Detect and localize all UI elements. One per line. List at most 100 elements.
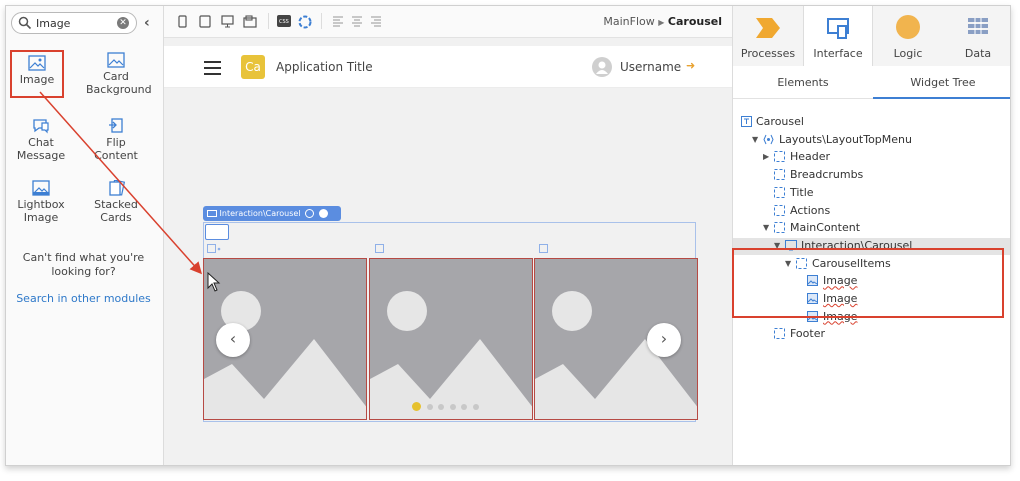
image-icon <box>807 275 818 289</box>
monitor-icon <box>207 209 217 217</box>
tree-node-label: Breadcrumbs <box>790 168 864 182</box>
tab-elements[interactable]: Elements <box>733 66 873 99</box>
pagination-dot[interactable] <box>438 404 444 410</box>
chat-message-icon <box>33 119 49 134</box>
stacked-cards-icon <box>109 180 125 196</box>
expand-arrow-icon[interactable]: ▼ <box>752 135 758 144</box>
tab-processes[interactable]: Processes <box>733 6 803 66</box>
pagination-dot[interactable] <box>426 404 433 410</box>
css-icon[interactable]: CSS <box>277 15 291 27</box>
widget-stacked-cards-label: Stacked Cards <box>94 198 138 224</box>
widget-image[interactable]: Image <box>10 50 64 98</box>
widget-chat-message[interactable]: Chat Message <box>11 118 71 162</box>
tree-node-image[interactable]: Image <box>733 273 1010 290</box>
search-other-modules-link[interactable]: Search in other modules <box>16 292 151 306</box>
image-icon <box>807 293 818 307</box>
tree-node-label: CarouselItems <box>812 256 891 270</box>
widget-search-box[interactable]: ✕ <box>11 12 137 34</box>
app-header: Ca Application Title Username ➜ <box>164 46 732 88</box>
phone-preview-icon[interactable] <box>178 15 187 28</box>
tree-node-layouts-layouttopmenu[interactable]: ▼ Layouts\LayoutTopMenu <box>733 132 1010 149</box>
app-logo: Ca <box>241 55 265 79</box>
tree-node-breadcrumbs[interactable]: Breadcrumbs <box>733 167 1010 184</box>
tree-node-label: Actions <box>790 203 831 217</box>
align-left-icon[interactable] <box>332 15 344 27</box>
tree-node-image[interactable]: Image <box>733 291 1010 308</box>
breadcrumb-parent[interactable]: MainFlow <box>603 15 654 28</box>
desktop-preview-icon[interactable] <box>221 15 234 28</box>
layout-icon[interactable] <box>243 15 257 28</box>
tree-node-label: Interaction\Carousel <box>801 238 913 252</box>
pagination-dot[interactable] <box>461 404 467 410</box>
tab-interface[interactable]: Interface <box>803 6 873 66</box>
screen-icon <box>741 116 752 130</box>
pagination-dot[interactable] <box>472 404 479 410</box>
breadcrumb: MainFlow ▶ Carousel <box>603 15 722 28</box>
pagination-dot[interactable] <box>449 404 456 410</box>
collapse-panel-icon[interactable]: ‹ <box>144 15 150 31</box>
tree-node-label: Carousel <box>756 115 804 128</box>
carousel-prev-button[interactable]: ‹ <box>216 323 250 357</box>
pagination-dot[interactable] <box>412 402 421 411</box>
placeholder-icon <box>774 151 785 165</box>
toggle-dot-icon[interactable] <box>318 209 328 218</box>
expand-arrow-icon[interactable]: ▼ <box>774 241 780 250</box>
tab-logic[interactable]: Logic <box>873 6 943 66</box>
data-icon <box>968 18 988 34</box>
theme-icon[interactable] <box>298 15 312 29</box>
image-placeholder-icon <box>370 291 532 419</box>
tree-node-label: Layouts\LayoutTopMenu <box>779 132 912 146</box>
carousel-widget-tag[interactable]: Interaction\Carousel <box>203 206 341 221</box>
widget-chat-message-label: Chat Message <box>16 136 66 162</box>
hamburger-menu-icon[interactable] <box>204 61 221 79</box>
tree-node-footer[interactable]: Footer <box>733 326 1010 343</box>
carousel-placeholder-icon[interactable] <box>205 224 229 240</box>
image-icon <box>807 310 818 325</box>
tree-node-carouselitems[interactable]: ▼ CarouselItems <box>733 256 1010 273</box>
tree-node-carousel[interactable]: Carousel <box>733 114 1010 131</box>
align-right-icon[interactable] <box>370 15 382 27</box>
help-text: Can't find what you're looking for? <box>22 251 145 278</box>
tablet-preview-icon[interactable] <box>199 15 211 28</box>
block-icon <box>763 134 774 148</box>
widget-card-background-label: Card Background <box>86 70 152 96</box>
tree-node-header[interactable]: ▶ Header <box>733 149 1010 166</box>
widget-flip-content-label: Flip Content <box>94 136 138 162</box>
tree-node-label: Image <box>823 309 858 323</box>
widget-search-input[interactable] <box>36 16 106 30</box>
tree-node-actions[interactable]: Actions <box>733 203 1010 220</box>
app-title: Application Title <box>276 60 373 74</box>
placeholder-icon <box>774 328 785 342</box>
expand-arrow-icon[interactable]: ▼ <box>763 223 769 232</box>
widget-toolbox: ✕ ‹ Image Card Background Chat Messag <box>6 6 164 465</box>
collapse-arrow-icon[interactable]: ▶ <box>763 152 769 161</box>
clear-search-icon[interactable]: ✕ <box>117 17 129 29</box>
user-icon <box>596 61 608 74</box>
image-icon <box>207 244 221 253</box>
widget-stacked-cards[interactable]: Stacked Cards <box>86 180 146 224</box>
tree-node-interaction-carousel[interactable]: ▼ Interaction\Carousel <box>733 237 1010 255</box>
tab-data[interactable]: Data <box>943 6 1010 66</box>
placeholder-icon <box>774 222 785 236</box>
tree-node-image[interactable]: Image <box>733 309 1010 326</box>
carousel-next-button[interactable]: › <box>647 323 681 357</box>
service-studio-window: ✕ ‹ Image Card Background Chat Messag <box>5 5 1011 466</box>
carousel-slide[interactable] <box>369 258 533 420</box>
widget-flip-content[interactable]: Flip Content <box>86 118 146 162</box>
carousel-tag-label: Interaction\Carousel <box>219 209 301 218</box>
widget-card-background[interactable]: Card Background <box>86 52 152 96</box>
tree-node-label: Header <box>790 150 831 164</box>
logout-icon[interactable]: ➜ <box>686 59 695 72</box>
align-center-icon[interactable] <box>351 15 363 27</box>
widget-lightbox-image[interactable]: Lightbox Image <box>11 180 71 224</box>
tree-node-maincontent[interactable]: ▼ MainContent <box>733 220 1010 237</box>
avatar <box>592 57 612 77</box>
placeholder-icon <box>796 257 807 272</box>
tab-widget-tree[interactable]: Widget Tree <box>873 66 1010 99</box>
right-panel: Processes Interface Logic Data Elements … <box>732 6 1010 465</box>
widget-lightbox-image-label: Lightbox Image <box>17 198 65 224</box>
expand-arrow-icon[interactable]: ▼ <box>785 259 791 268</box>
tree-node-title[interactable]: Title <box>733 185 1010 202</box>
toggle-dot-icon[interactable] <box>305 209 315 218</box>
canvas-area: CSS MainFlow ▶ Carousel Ca Application T… <box>164 6 732 465</box>
